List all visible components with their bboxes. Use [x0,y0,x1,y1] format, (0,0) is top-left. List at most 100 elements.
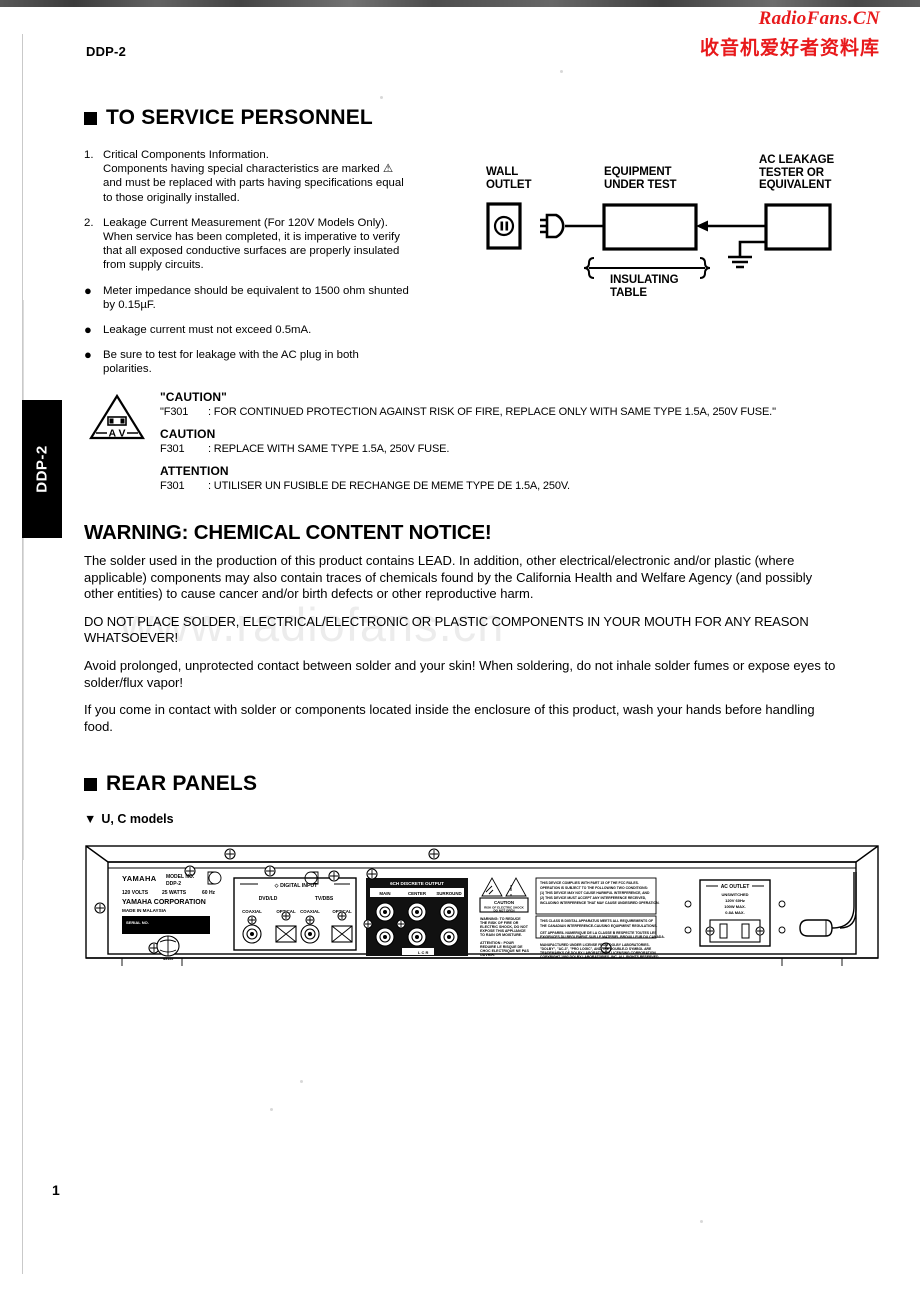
list-line: Components having special characteristic… [103,163,394,176]
section-heading-label: TO SERVICE PERSONNEL [106,106,373,129]
scan-speck [700,1220,703,1223]
fuse-cap-icon [120,418,125,424]
watermark-line-1: RadioFans.CN [758,8,880,29]
svg-text:N3155: N3155 [163,957,174,961]
svg-text:120 VOLTS: 120 VOLTS [122,890,149,896]
plug-body-icon [545,213,565,239]
section-heading-rear-panels: REAR PANELS [84,772,257,796]
list-line: Critical Components Information. [103,149,269,161]
svg-text:YAMAHA CORPORATION: YAMAHA CORPORATION [122,899,206,906]
equipment-label-line2: UNDER TEST [604,178,677,191]
svg-text:CENTER: CENTER [408,891,427,896]
svg-text:6CH DISCRETE OUTPUT: 6CH DISCRETE OUTPUT [390,881,444,886]
svg-text:L C R: L C R [418,950,428,955]
panel-caution-label: CAUTION RISK OF ELECTRIC SHOCK DO NOT OP… [479,877,529,957]
scan-speck [270,1108,273,1111]
discrete-output-block: 6CH DISCRETE OUTPUT MAIN CENTER SURROUND… [363,878,468,956]
list-item: 1. Critical Components Information. Comp… [84,148,459,205]
attention-code: F301 [160,480,185,492]
screw [247,915,257,925]
list-text: Leakage Current Measurement (For 120V Mo… [103,216,459,273]
outlet-socket-icon [493,215,515,237]
screw [337,911,347,921]
svg-text:AC OUTLET: AC OUTLET [721,884,750,890]
radiofans-watermark: RadioFans.CN 收音机爱好者资料库 [700,8,880,60]
watermark-line-2: 收音机爱好者资料库 [699,37,880,59]
chassis-screw [428,848,440,860]
chassis-screw [264,865,276,877]
rear-panel-svg: .ol{fill:none;stroke:#000;stroke-width:1… [85,845,879,966]
rca-jack [407,902,427,922]
list-line: Leakage Current Measurement (For 120V Mo… [103,216,388,229]
rca-jack [439,927,459,947]
svg-text:UNSWITCHED: UNSWITCHED [721,892,748,897]
list-item: ● Leakage current must not exceed 0.5mA. [84,323,459,337]
rating-label-group: YAMAHA MODEL NO. DDP-2 120 VOLTS 25 WATT… [122,874,216,934]
power-cord-illustration [799,872,857,937]
fuse-cap-icon [109,418,114,424]
ac-outlet-group: AC OUTLET UNSWITCHED 120V 60Hz 100W MAX.… [684,879,786,947]
tester-label-line3: EQUIVALENT [759,179,832,192]
svg-text:25 WATTS: 25 WATTS [162,890,187,896]
insulating-label-line1: INSULATING [610,274,679,286]
triangle-fuse-svg: A V [89,393,145,440]
tester-label-line2: TESTER OR [759,166,824,179]
caution-row: F301 : REPLACE WITH SAME TYPE 1.5A, 250V … [160,443,848,456]
list-marker: 2. [84,216,94,229]
safety-certification-mark: N3155 [156,935,180,961]
fuse-caution-block: A V "CAUTION" "F301: FOR CONTINUED PROTE… [88,391,848,493]
screw [755,926,765,936]
svg-text:120V 60Hz: 120V 60Hz [725,898,745,903]
svg-text:COPYRIGHT 1992 DOLBY LABORATOR: COPYRIGHT 1992 DOLBY LABORATORIES, INC. … [540,955,659,959]
tester-label-line1: AC LEAKAGE [759,154,835,166]
screw [366,868,378,880]
wall-outlet-label-line2: OUTLET [486,178,532,191]
caution-quoted-code: "F301 [160,406,189,418]
rear-panels-heading-label: REAR PANELS [106,772,258,795]
screw [705,926,715,936]
ac-leakage-tester-label: AC LEAKAGE TESTER OR EQUIVALENT [759,154,834,192]
ground-symbol-icon [728,255,752,269]
side-tab-ddp2: DDP-2 [22,400,62,538]
leakage-test-diagram: WALL OUTLET EQUIPMENT UNDER TEST AC LEAK… [470,154,870,310]
square-bullet-icon [84,111,97,125]
rca-jack [439,902,459,922]
document-model-code: DDP-2 [86,44,127,59]
scan-speck [380,96,383,99]
list-line: Be sure to test for leakage with the AC … [103,349,359,362]
screw [363,919,373,929]
svg-text:SURROUND: SURROUND [436,891,461,896]
triangle-av-label: A V [108,428,125,440]
list-line: When service has been completed, it is i… [103,231,400,244]
list-text: Critical Components Information. Compone… [103,148,459,205]
svg-text:60 Hz: 60 Hz [202,890,216,896]
service-personnel-list: 1. Critical Components Information. Comp… [84,148,459,388]
list-line: polarities. [103,363,152,376]
svg-text:COAXIAL: COAXIAL [242,909,262,914]
svg-text:TO RAIN OR MOISTURE.: TO RAIN OR MOISTURE. [480,933,522,937]
list-text: Meter impedance should be equivalent to … [103,284,459,312]
rear-panels-subheading: ▼ U, C models [84,812,174,826]
triangle-down-icon: ▼ [84,812,97,826]
caution-text: : REPLACE WITH SAME TYPE 1.5A, 250V FUSE… [208,443,450,455]
chemical-warning-paragraph: DO NOT PLACE SOLDER, ELECTRICAL/ELECTRON… [84,613,809,646]
chemical-warning-body: The solder used in the production of thi… [84,553,836,746]
equipment-label-line1: EQUIPMENT [604,166,672,178]
list-text: Be sure to test for leakage with the AC … [103,348,459,376]
svg-text:INCLUDING INTERFERENCE THAT MA: INCLUDING INTERFERENCE THAT MAY CAUSE UN… [540,901,660,905]
section-heading-service-personnel: TO SERVICE PERSONNEL [84,106,373,130]
svg-text:SERIAL NO.: SERIAL NO. [126,920,149,925]
screw [281,911,291,921]
wall-outlet-label-line1: WALL [486,166,519,178]
rear-panels-subheading-label: U, C models [101,812,174,826]
chemical-warning-paragraph: If you come in contact with solder or co… [84,702,815,734]
optical-jack [275,925,297,943]
svg-text:MAIN: MAIN [379,891,390,896]
arrow-head-icon [696,220,708,232]
list-item: ● Be sure to test for leakage with the A… [84,348,459,376]
list-item: ● Meter impedance should be equivalent t… [84,284,459,312]
svg-text:DVD/LD: DVD/LD [259,896,278,902]
fuse-caution-text: "CAUTION" "F301: FOR CONTINUED PROTECTIO… [160,391,848,493]
svg-text:COAXIAL: COAXIAL [300,909,320,914]
caution-code: F301 [160,443,185,455]
